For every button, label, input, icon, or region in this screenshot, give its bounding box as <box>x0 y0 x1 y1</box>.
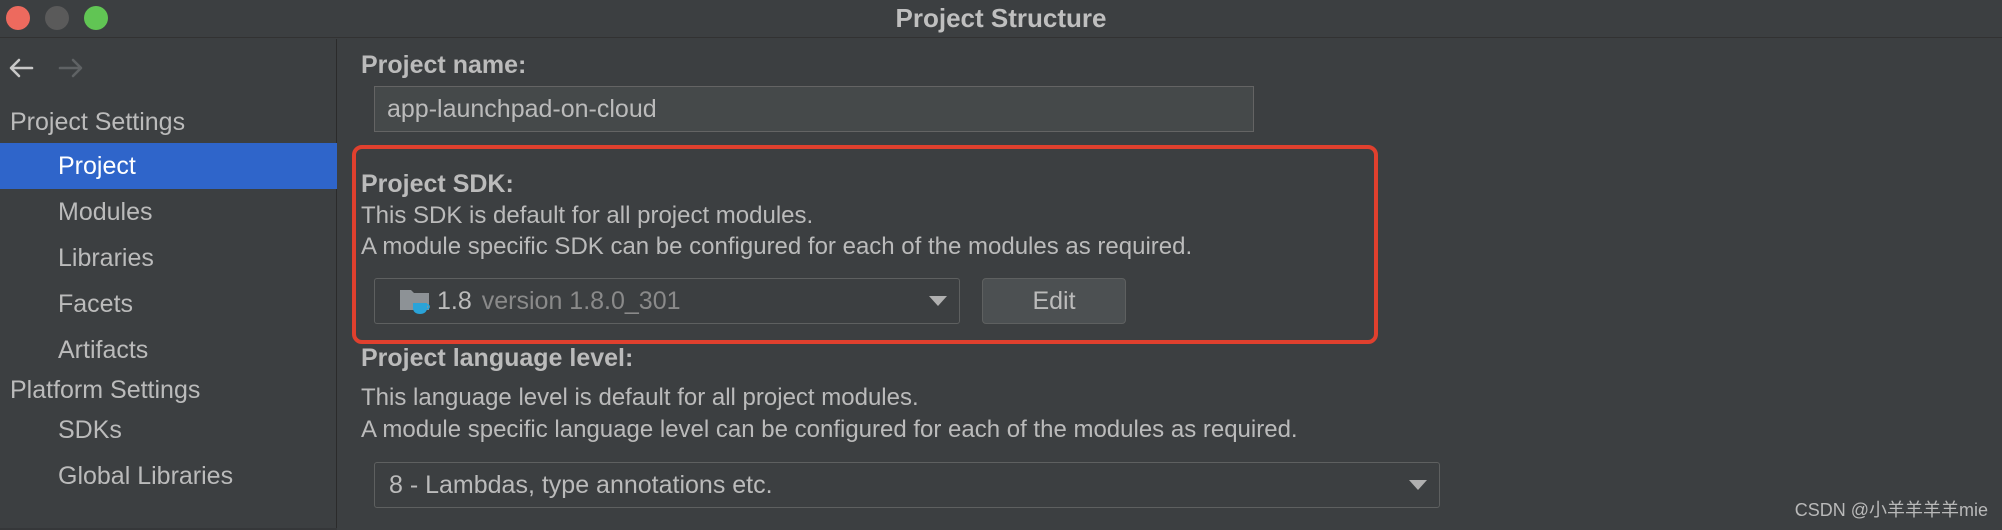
arrow-left-icon[interactable] <box>6 53 36 83</box>
chevron-down-icon <box>929 296 947 306</box>
language-level-selected: 8 - Lambdas, type annotations etc. <box>389 470 773 499</box>
sidebar-item-label: Libraries <box>58 244 154 272</box>
project-settings-panel: Project name: app-launchpad-on-cloud Pro… <box>338 39 2002 530</box>
language-level-dropdown[interactable]: 8 - Lambdas, type annotations etc. <box>374 462 1440 508</box>
sidebar-item-label: Facets <box>58 290 134 318</box>
sdk-description-line2: A module specific SDK can be configured … <box>361 233 1193 260</box>
sidebar-item-label: SDKs <box>58 416 122 444</box>
arrow-right-icon[interactable] <box>56 53 86 83</box>
window-title: Project Structure <box>895 3 1107 33</box>
sidebar-item-libraries[interactable]: Libraries <box>0 235 337 281</box>
project-name-label: Project name: <box>361 51 527 79</box>
project-structure-window: Project Structure Project Settings Proje… <box>0 0 2002 530</box>
project-sdk-label: Project SDK: <box>361 170 514 198</box>
sdk-selected-version: version 1.8.0_301 <box>481 286 681 315</box>
sidebar-item-sdks[interactable]: SDKs <box>0 407 337 453</box>
edit-sdk-button[interactable]: Edit <box>982 278 1126 324</box>
language-level-description-line1: This language level is default for all p… <box>361 384 919 411</box>
sidebar-item-label: Artifacts <box>58 336 149 364</box>
language-level-description-line2: A module specific language level can be … <box>361 416 1298 443</box>
sdk-description-line1: This SDK is default for all project modu… <box>361 202 814 229</box>
sidebar-item-facets[interactable]: Facets <box>0 281 337 327</box>
sidebar-item-label: Project <box>58 152 136 180</box>
title-bar: Project Structure <box>0 0 2002 38</box>
sidebar: Project Settings Project Modules Librari… <box>0 39 337 530</box>
sidebar-item-label: Global Libraries <box>58 462 234 490</box>
sidebar-item-artifacts[interactable]: Artifacts <box>0 327 337 373</box>
sidebar-item-project[interactable]: Project <box>0 143 337 189</box>
project-name-value: app-launchpad-on-cloud <box>387 94 657 123</box>
sidebar-item-label: Modules <box>58 198 153 226</box>
project-name-field[interactable]: app-launchpad-on-cloud <box>374 86 1254 132</box>
chevron-down-icon <box>1409 480 1427 490</box>
sidebar-item-global-libraries[interactable]: Global Libraries <box>0 453 337 499</box>
watermark: CSDN @小羊羊羊羊mie <box>1794 500 1988 520</box>
sdk-folder-icon <box>400 290 430 314</box>
sidebar-item-modules[interactable]: Modules <box>0 189 337 235</box>
project-language-level-label: Project language level: <box>361 344 634 372</box>
project-sdk-dropdown[interactable]: 1.8 version 1.8.0_301 <box>374 278 960 324</box>
sdk-selected-name: 1.8 <box>437 286 472 315</box>
project-settings-heading: Project Settings <box>10 108 186 136</box>
platform-settings-heading: Platform Settings <box>10 376 201 404</box>
